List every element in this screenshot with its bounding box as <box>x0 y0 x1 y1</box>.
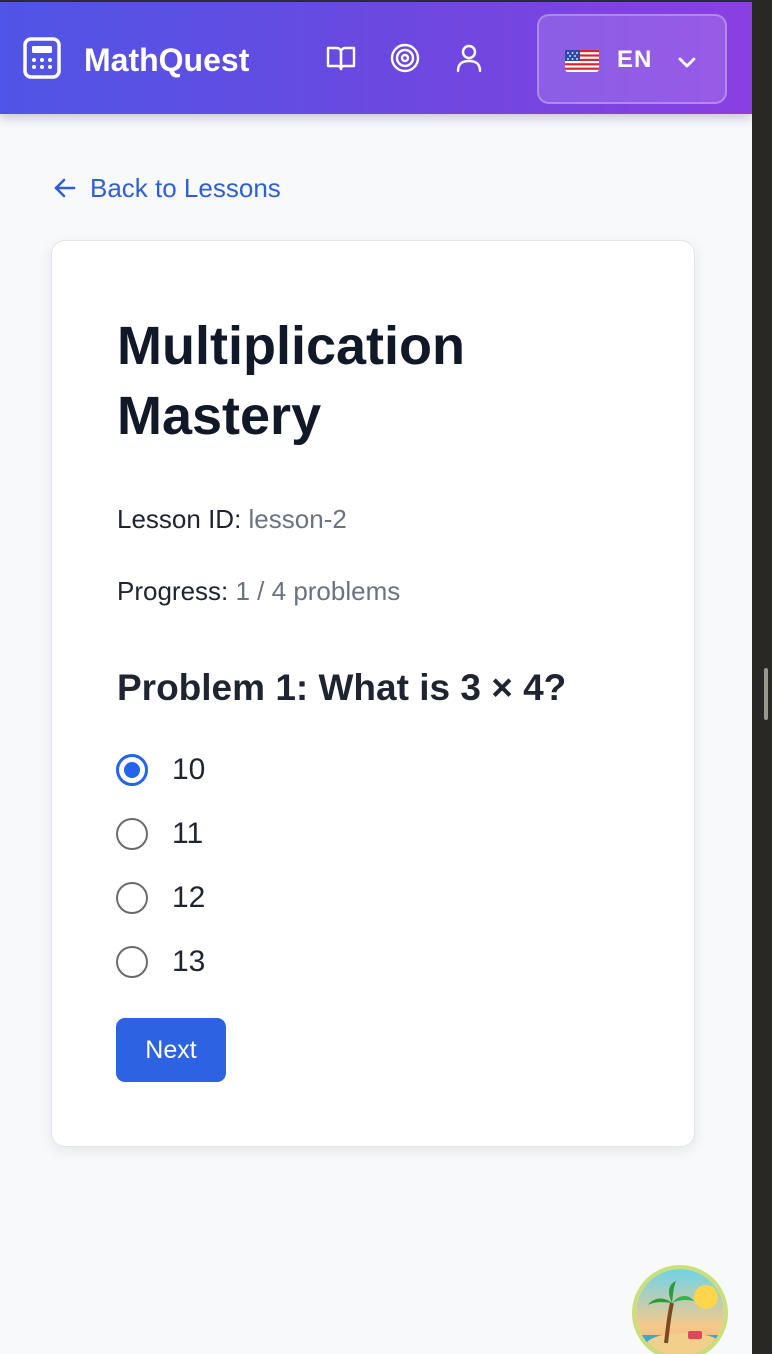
answer-option-label: 11 <box>172 817 204 850</box>
book-icon[interactable] <box>325 42 357 74</box>
us-flag-icon <box>565 50 599 72</box>
radio-button-selected[interactable] <box>116 754 148 786</box>
answer-option[interactable]: 10 <box>116 750 205 790</box>
lesson-title: Multiplication Mastery <box>117 316 465 446</box>
answer-option[interactable]: 12 <box>116 878 205 918</box>
app-header: MathQuest EN <box>0 2 752 114</box>
answer-option[interactable]: 11 <box>116 814 203 854</box>
chevron-down-icon <box>678 57 696 68</box>
radio-button[interactable] <box>116 818 148 850</box>
lesson-id-row: Lesson ID: lesson-2 <box>117 502 347 536</box>
lesson-id-label: Lesson ID: <box>117 504 242 534</box>
beach-palm-icon <box>636 1269 724 1354</box>
language-selector[interactable]: EN <box>537 14 727 104</box>
lesson-id-value: lesson-2 <box>248 504 347 534</box>
answer-option-label: 13 <box>172 945 206 978</box>
back-link-label: Back to Lessons <box>90 172 281 203</box>
scrollbar-track[interactable] <box>752 0 772 1354</box>
radio-button[interactable] <box>116 882 148 914</box>
lesson-card: Multiplication Mastery Lesson ID: lesson… <box>51 240 695 1147</box>
answer-option[interactable]: 13 <box>116 942 205 982</box>
radio-button[interactable] <box>116 946 148 978</box>
progress-row: Progress: 1 / 4 problems <box>117 574 400 608</box>
answer-option-label: 10 <box>172 753 206 786</box>
calculator-icon[interactable] <box>22 36 62 80</box>
progress-value: 1 / 4 problems <box>235 576 401 606</box>
next-button[interactable]: Next <box>116 1018 226 1082</box>
progress-label: Progress: <box>117 576 229 606</box>
scrollbar-thumb[interactable] <box>764 668 768 720</box>
problem-title: Problem 1: What is 3 × 4? <box>117 667 567 708</box>
brand-name[interactable]: MathQuest <box>84 40 249 80</box>
floating-avatar[interactable] <box>632 1265 728 1354</box>
arrow-left-icon <box>54 178 76 198</box>
target-icon[interactable] <box>389 42 421 74</box>
user-icon[interactable] <box>453 42 485 74</box>
back-to-lessons-link[interactable]: Back to Lessons <box>52 170 281 206</box>
language-code: EN <box>617 46 653 73</box>
answer-option-label: 12 <box>172 881 206 914</box>
